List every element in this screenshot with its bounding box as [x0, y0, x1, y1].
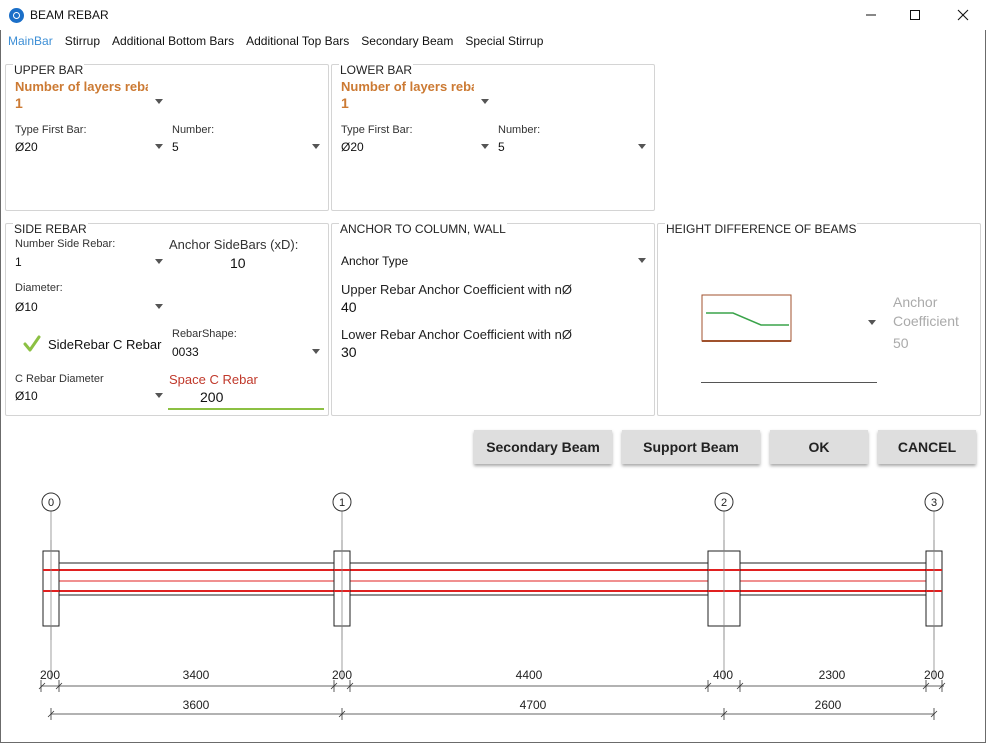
dim-span-2: 4400 [516, 668, 543, 682]
ok-button[interactable]: OK [770, 430, 868, 464]
c-rebar-diameter-dropdown-icon[interactable] [155, 393, 163, 398]
upper-anchor-coef-label: Upper Rebar Anchor Coefficient with nØ [341, 282, 572, 297]
tab-stirrup[interactable]: Stirrup [65, 34, 100, 48]
lower-layers-value[interactable]: 1 [341, 95, 349, 111]
anchor-type-dropdown-icon[interactable] [638, 258, 646, 263]
height-diff-underline [701, 382, 877, 383]
side-number-dropdown-icon[interactable] [155, 259, 163, 264]
upper-number-label: Number: [172, 124, 215, 136]
dim-col-0: 200 [40, 668, 60, 682]
space-c-rebar-input[interactable]: 200 [200, 389, 223, 405]
side-c-rebar-checkbox-label[interactable]: SideRebar C Rebar [48, 337, 161, 352]
rebar-shape-label: RebarShape: [172, 328, 237, 340]
upper-anchor-coef-input[interactable]: 40 [341, 299, 357, 315]
axis-label-3: 3 [931, 497, 937, 509]
anchor-group: ANCHOR TO COLUMN, WALL Anchor Type Upper… [331, 222, 655, 416]
lower-number-value[interactable]: 5 [498, 140, 505, 154]
beam-drawing[interactable]: 0 1 2 3 200 3400 200 4400 400 2300 200 3… [0, 480, 986, 743]
lower-anchor-coef-label: Lower Rebar Anchor Coefficient with nØ [341, 327, 572, 342]
maximize-button[interactable] [892, 0, 938, 30]
upper-type-first-bar-label: Type First Bar: [15, 124, 87, 136]
c-rebar-diameter-label: C Rebar Diameter [15, 373, 104, 385]
dim-col-2: 400 [713, 668, 733, 682]
height-diff-group: HEIGHT DIFFERENCE OF BEAMS Anchor Coeffi… [657, 222, 981, 416]
height-diff-dropdown-icon[interactable] [868, 320, 876, 325]
lower-anchor-coef-input[interactable]: 30 [341, 344, 357, 360]
upper-type-first-bar-value[interactable]: Ø20 [15, 140, 38, 154]
dim-col-3: 200 [924, 668, 944, 682]
lower-bar-group: LOWER BAR Number of layers rebar 1 Type … [331, 63, 655, 211]
upper-type-dropdown-icon[interactable] [155, 144, 163, 149]
dim-axis-span-3: 2600 [815, 698, 842, 712]
secondary-beam-button[interactable]: Secondary Beam [474, 430, 612, 464]
lower-type-first-bar-value[interactable]: Ø20 [341, 140, 364, 154]
maximize-icon [910, 10, 920, 20]
side-diameter-dropdown-icon[interactable] [155, 304, 163, 309]
upper-bar-title: UPPER BAR [13, 63, 85, 77]
anchor-sidebars-value[interactable]: 10 [230, 255, 246, 271]
check-icon[interactable] [23, 335, 41, 353]
rebar-shape-value[interactable]: 0033 [172, 345, 199, 359]
tab-additional-bottom-bars[interactable]: Additional Bottom Bars [112, 34, 234, 48]
side-number-value[interactable]: 1 [15, 255, 22, 269]
lower-number-label: Number: [498, 124, 541, 136]
dim-axis-span-2: 4700 [520, 698, 547, 712]
tab-secondary-beam[interactable]: Secondary Beam [361, 34, 453, 48]
app-logo-icon [9, 8, 24, 23]
close-button[interactable] [940, 0, 986, 30]
tab-additional-top-bars[interactable]: Additional Top Bars [246, 34, 349, 48]
height-diff-title: HEIGHT DIFFERENCE OF BEAMS [665, 222, 858, 236]
window-title: BEAM REBAR [30, 8, 109, 22]
anchor-title: ANCHOR TO COLUMN, WALL [339, 222, 507, 236]
upper-layers-value[interactable]: 1 [15, 95, 23, 111]
tab-mainbar[interactable]: MainBar [8, 34, 53, 48]
dim-axis-span-1: 3600 [183, 698, 210, 712]
upper-number-dropdown-icon[interactable] [312, 144, 320, 149]
side-rebar-group: SIDE REBAR Number Side Rebar: 1 Anchor S… [5, 222, 329, 416]
space-c-rebar-label: Space C Rebar [169, 372, 258, 387]
tab-bar: MainBar Stirrup Additional Bottom Bars A… [8, 34, 543, 48]
lower-layers-dropdown-icon[interactable] [481, 99, 489, 104]
height-coef-label-2: Coefficient [893, 313, 959, 329]
cancel-button[interactable]: CANCEL [878, 430, 976, 464]
beam-step-preview-icon[interactable] [701, 294, 793, 344]
dim-span-1: 3400 [183, 668, 210, 682]
side-rebar-title: SIDE REBAR [13, 222, 88, 236]
anchor-sidebars-label: Anchor SideBars (xD): [169, 237, 299, 252]
side-number-label: Number Side Rebar: [15, 238, 116, 250]
lower-number-dropdown-icon[interactable] [638, 144, 646, 149]
rebar-shape-dropdown-icon[interactable] [312, 349, 320, 354]
axis-label-1: 1 [339, 497, 345, 509]
tab-special-stirrup[interactable]: Special Stirrup [465, 34, 543, 48]
c-rebar-diameter-value[interactable]: Ø10 [15, 389, 38, 403]
title-bar: BEAM REBAR [0, 0, 986, 30]
height-coef-label-1: Anchor [893, 294, 938, 310]
lower-type-dropdown-icon[interactable] [481, 144, 489, 149]
lower-bar-title: LOWER BAR [339, 63, 414, 77]
support-beam-button[interactable]: Support Beam [622, 430, 760, 464]
anchor-type-select[interactable]: Anchor Type [341, 254, 408, 268]
side-diameter-value[interactable]: Ø10 [15, 300, 38, 314]
side-diameter-label: Diameter: [15, 282, 63, 294]
dim-span-3: 2300 [819, 668, 846, 682]
height-coef-value[interactable]: 50 [893, 334, 909, 353]
minimize-icon [866, 14, 876, 16]
dim-col-1: 200 [332, 668, 352, 682]
axis-label-0: 0 [48, 497, 54, 509]
axis-label-2: 2 [721, 497, 727, 509]
close-icon [957, 9, 969, 21]
upper-number-value[interactable]: 5 [172, 140, 179, 154]
upper-layers-dropdown-icon[interactable] [155, 99, 163, 104]
upper-bar-group: UPPER BAR Number of layers rebar 1 Type … [5, 63, 329, 211]
lower-type-first-bar-label: Type First Bar: [341, 124, 413, 136]
upper-layers-label: Number of layers rebar [15, 79, 148, 94]
minimize-button[interactable] [848, 0, 894, 30]
lower-layers-label: Number of layers rebar [341, 79, 474, 94]
space-c-rebar-underline [168, 408, 324, 410]
